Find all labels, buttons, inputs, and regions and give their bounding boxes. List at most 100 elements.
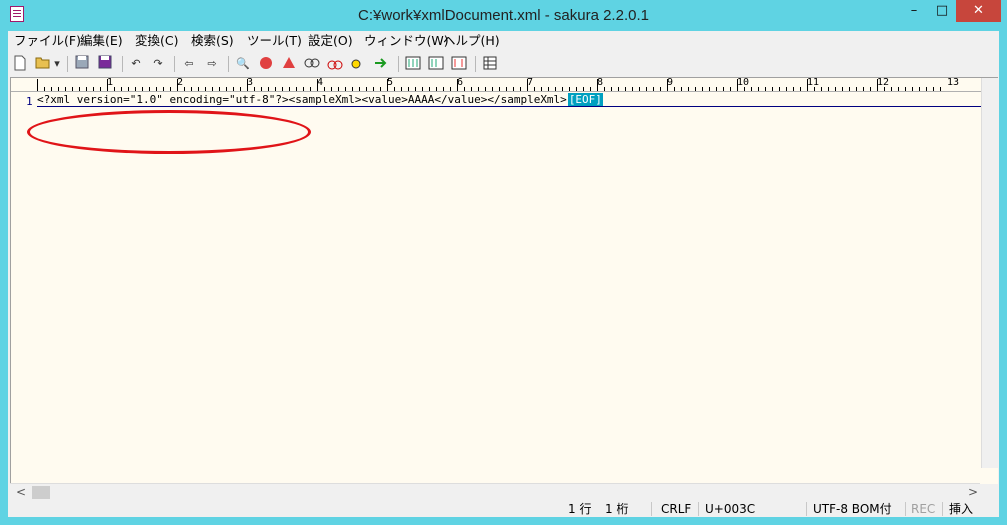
- ruler-tick: [891, 87, 892, 91]
- ruler-tick: [44, 87, 45, 91]
- ruler-tick: [884, 87, 885, 91]
- ruler-tick: [758, 87, 759, 91]
- ruler-tick: [366, 87, 367, 91]
- ruler-tick: [142, 87, 143, 91]
- status-mode[interactable]: 挿入: [949, 501, 973, 517]
- ruler-tick: [205, 87, 206, 91]
- ruler-tick: [716, 87, 717, 91]
- status-bar: 1 行 1 桁 CRLF U+003C UTF-8 BOM付 REC 挿入: [8, 501, 999, 517]
- ruler-tick: [898, 87, 899, 91]
- search-prev-icon[interactable]: [257, 55, 275, 73]
- ruler-tick: [751, 87, 752, 91]
- redo-icon[interactable]: ↷: [149, 55, 167, 73]
- undo-icon[interactable]: ↶: [127, 55, 145, 73]
- ruler-tick: [765, 87, 766, 91]
- client-area: ファイル(F) 編集(E) 変換(C) 検索(S) ツール(T) 設定(O) ウ…: [8, 31, 999, 517]
- ruler-tick: [688, 87, 689, 91]
- scroll-thumb[interactable]: [32, 486, 50, 499]
- new-file-icon[interactable]: [11, 55, 29, 73]
- ruler-tick: [219, 87, 220, 91]
- horizontal-scrollbar[interactable]: < >: [10, 483, 980, 501]
- status-encoding[interactable]: UTF-8 BOM付: [813, 501, 892, 517]
- jump-back-icon[interactable]: ⇦: [180, 55, 198, 73]
- ruler-tick: [436, 87, 437, 91]
- scroll-right-arrow[interactable]: >: [968, 484, 978, 501]
- ruler-tick: [821, 87, 822, 91]
- ruler-tick: [877, 79, 878, 91]
- ruler-tick: [618, 87, 619, 91]
- ruler-tick: [345, 87, 346, 91]
- save-icon[interactable]: [73, 55, 91, 73]
- ruler-tick: [520, 87, 521, 91]
- ruler-tick: [268, 87, 269, 91]
- highlight-annotation: [27, 110, 311, 154]
- ruler-tick: [415, 87, 416, 91]
- scroll-left-arrow[interactable]: <: [16, 484, 26, 501]
- ruler-tick: [422, 87, 423, 91]
- tag-jump-icon[interactable]: [427, 55, 445, 73]
- menu-window[interactable]: ウィンドウ(W): [364, 33, 449, 49]
- ruler-tick: [723, 87, 724, 91]
- mark-icon[interactable]: [326, 55, 344, 73]
- menu-convert[interactable]: 変換(C): [135, 33, 178, 49]
- menu-tools[interactable]: ツール(T): [247, 33, 302, 49]
- editor-area[interactable]: 1 2 3 4 5 6 7 8 9 10 11 12 13 1 <?xml ve…: [10, 77, 999, 484]
- ruler-tick: [135, 87, 136, 91]
- ruler-tick: [583, 87, 584, 91]
- open-dropdown-icon[interactable]: ▾: [52, 55, 62, 73]
- status-eol[interactable]: CRLF: [661, 501, 691, 517]
- ruler-tick: [625, 87, 626, 91]
- ruler-tick: [800, 87, 801, 91]
- ruler-tick: [86, 87, 87, 91]
- ruler-tick: [499, 87, 500, 91]
- open-file-icon[interactable]: [34, 55, 52, 73]
- maximize-button[interactable]: □: [928, 0, 956, 22]
- ruler-tick: [149, 87, 150, 91]
- search-replace-icon[interactable]: [303, 55, 321, 73]
- ruler-tick: [506, 87, 507, 91]
- ruler-tick: [786, 87, 787, 91]
- jump-forward-icon[interactable]: ⇨: [203, 55, 221, 73]
- menu-search[interactable]: 検索(S): [191, 33, 234, 49]
- ruler-tick: [926, 87, 927, 91]
- ruler-tick: [37, 79, 38, 91]
- search-icon[interactable]: 🔍: [234, 55, 252, 73]
- ruler-tick: [79, 87, 80, 91]
- ruler-tick: [184, 87, 185, 91]
- title-bar[interactable]: C:¥work¥xmlDocument.xml - sakura 2.2.0.1…: [0, 0, 1007, 30]
- ruler-tick: [541, 87, 542, 91]
- ruler-tick: [653, 87, 654, 91]
- ruler-tick: [240, 87, 241, 91]
- ruler-tick: [114, 87, 115, 91]
- grep-icon[interactable]: [349, 55, 367, 73]
- settings-grid-icon[interactable]: [481, 55, 499, 73]
- menu-settings[interactable]: 設定(O): [308, 33, 353, 49]
- ruler-tick: [814, 87, 815, 91]
- close-button[interactable]: ✕: [956, 0, 1001, 22]
- ruler-tick: [562, 87, 563, 91]
- ruler-tick: [177, 79, 178, 91]
- vertical-scrollbar[interactable]: [981, 78, 999, 468]
- ruler-tick: [674, 87, 675, 91]
- line-number: 1: [26, 95, 33, 108]
- menu-file[interactable]: ファイル(F): [14, 33, 81, 49]
- outline-icon[interactable]: [372, 55, 390, 73]
- status-col: 1 桁: [605, 502, 629, 516]
- code-line[interactable]: <?xml version="1.0" encoding="utf-8"?><s…: [37, 93, 603, 106]
- ruler-tick: [471, 87, 472, 91]
- search-next-icon[interactable]: [280, 55, 298, 73]
- ruler-tick: [681, 87, 682, 91]
- ruler-tick: [254, 87, 255, 91]
- ruler-tick: [359, 87, 360, 91]
- property-icon[interactable]: [450, 55, 468, 73]
- ruler-tick: [870, 87, 871, 91]
- ruler-tick: [338, 87, 339, 91]
- menu-help[interactable]: ヘルプ(H): [443, 33, 500, 49]
- save-all-icon[interactable]: [96, 55, 114, 73]
- menu-edit[interactable]: 編集(E): [80, 33, 123, 49]
- ruler-tick: [310, 87, 311, 91]
- ruler-tick: [940, 87, 941, 91]
- compare-icon[interactable]: [404, 55, 422, 73]
- minimize-button[interactable]: –: [900, 0, 928, 22]
- status-codepoint: U+003C: [705, 502, 756, 516]
